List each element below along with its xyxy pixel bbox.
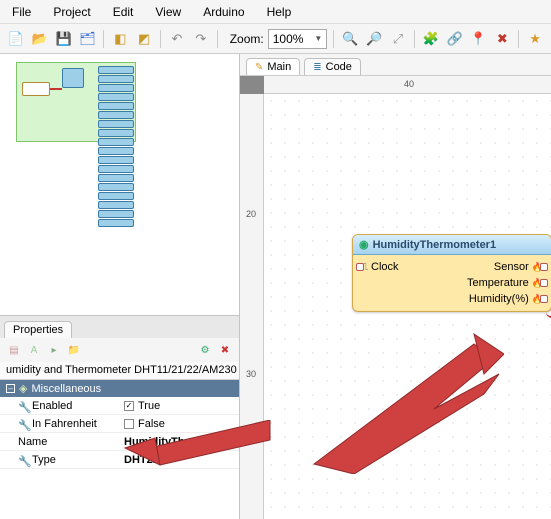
shape-tool-icon[interactable]: ◧: [110, 29, 130, 49]
prop-name: Name: [18, 436, 47, 448]
tab-code[interactable]: ≣Code: [304, 58, 361, 75]
designer-tabbar: ✎Main ≣Code: [240, 54, 551, 76]
zoom-out-icon[interactable]: 🔍: [340, 29, 360, 49]
output-pin[interactable]: [540, 263, 548, 271]
overview-wire: [50, 88, 62, 90]
output-pin[interactable]: [540, 279, 548, 287]
prop-name: Type: [32, 454, 56, 466]
properties-object-name: umidity and Thermometer DHT11/21/22/AM23…: [0, 362, 239, 380]
properties-tabbar: Properties: [0, 316, 239, 338]
sensor-icon: ◉: [359, 238, 369, 251]
pin-label-humidity: Humidity(%): [469, 293, 529, 305]
component-humidity-thermometer[interactable]: ◉ HumidityThermometer1 ⎍Clock Sensor🔥 T: [352, 234, 551, 312]
wrench-icon: 🔧: [18, 455, 28, 465]
overview-node: [62, 68, 84, 88]
code-icon: ≣: [313, 62, 321, 73]
open-icon[interactable]: 📂: [30, 29, 50, 49]
properties-toolbar: ▤ A ▸ 📁 ⚙ ✖: [0, 338, 239, 362]
pin-label-clock: Clock: [371, 261, 399, 273]
ruler-vertical: 20 30: [240, 94, 264, 519]
properties-tab[interactable]: Properties: [4, 321, 72, 338]
toolbar: 📄 📂 💾 🗂 ◧ ◩ ↶ ↷ Zoom: 100% ▼ 🔍 🔎 ⤢ 🧩 🔗 📍…: [0, 24, 551, 54]
filter-icon[interactable]: ⚙: [197, 342, 213, 358]
ruler-corner: [240, 76, 264, 94]
new-file-icon[interactable]: 📄: [6, 29, 26, 49]
tab-main[interactable]: ✎Main: [246, 58, 300, 75]
wrench-icon: 🔧: [18, 401, 28, 411]
zoom-fit-icon[interactable]: ⤢: [388, 29, 408, 49]
prop-value: True: [138, 400, 160, 412]
alpha-icon[interactable]: A: [26, 342, 42, 358]
zoom-label: Zoom:: [230, 32, 264, 46]
overview-panel[interactable]: [0, 54, 239, 315]
zoom-combobox[interactable]: 100% ▼: [268, 29, 328, 49]
node-title: HumidityThermometer1: [373, 239, 496, 251]
folder-icon[interactable]: 📁: [66, 342, 82, 358]
connect-icon[interactable]: 🔗: [445, 29, 465, 49]
star-icon[interactable]: ★: [525, 29, 545, 49]
overview-node: [22, 82, 50, 96]
output-pin[interactable]: [540, 295, 548, 303]
pin-label-sensor: Sensor: [494, 261, 529, 273]
component-icon[interactable]: 🧩: [421, 29, 441, 49]
prop-name: Enabled: [32, 400, 72, 412]
chevron-down-icon: ▼: [314, 34, 322, 43]
marker-icon[interactable]: 📍: [469, 29, 489, 49]
menu-file[interactable]: File: [4, 3, 39, 21]
save-icon[interactable]: 💾: [54, 29, 74, 49]
menu-bar: File Project Edit View Arduino Help: [0, 0, 551, 24]
prop-name: In Fahrenheit: [32, 418, 97, 430]
group-label: Miscellaneous: [31, 383, 101, 395]
annotation-arrow: [294, 304, 504, 474]
zoom-value: 100%: [273, 32, 304, 46]
design-canvas[interactable]: ◉ HumidityThermometer1 ⎍Clock Sensor🔥 T: [264, 94, 551, 519]
property-type[interactable]: 🔧 Type DHT21: [0, 451, 239, 469]
property-group[interactable]: – ◈ Miscellaneous: [0, 380, 239, 397]
corner-tool-icon[interactable]: ◩: [134, 29, 154, 49]
designer-panel: ✎Main ≣Code 40 20 30 ◉ HumidityThermomet…: [240, 54, 551, 519]
pin-label-temperature: Temperature: [467, 277, 529, 289]
prop-value: False: [138, 418, 165, 430]
checkbox-checked-icon[interactable]: ✓: [124, 401, 134, 411]
save-all-icon[interactable]: 🗂: [78, 29, 98, 49]
category-icon[interactable]: ▤: [6, 342, 22, 358]
prop-value: DHT21: [124, 454, 159, 466]
menu-help[interactable]: Help: [259, 3, 300, 21]
menu-view[interactable]: View: [147, 3, 189, 21]
property-enabled[interactable]: 🔧 Enabled ✓ True: [0, 397, 239, 415]
left-panel: Properties ▤ A ▸ 📁 ⚙ ✖ umidity and Therm…: [0, 54, 240, 519]
overview-stack: [98, 66, 134, 236]
undo-icon[interactable]: ↶: [167, 29, 187, 49]
pencil-icon: ✎: [255, 62, 263, 73]
redo-icon[interactable]: ↷: [191, 29, 211, 49]
menu-arduino[interactable]: Arduino: [195, 3, 252, 21]
property-fahrenheit[interactable]: 🔧 In Fahrenheit False: [0, 415, 239, 433]
prop-value: HumidityThermo...: [124, 436, 221, 448]
properties-panel: Properties ▤ A ▸ 📁 ⚙ ✖ umidity and Therm…: [0, 315, 239, 519]
zoom-in-icon[interactable]: 🔎: [364, 29, 384, 49]
delete-icon[interactable]: ✖: [492, 29, 512, 49]
expand-icon[interactable]: ▸: [46, 342, 62, 358]
wrench-icon: 🔧: [18, 419, 28, 429]
menu-project[interactable]: Project: [45, 3, 98, 21]
clear-icon[interactable]: ✖: [217, 342, 233, 358]
property-name[interactable]: Name HumidityThermo...: [0, 433, 239, 451]
collapse-icon[interactable]: –: [6, 384, 15, 393]
ruler-horizontal: 40: [264, 76, 551, 94]
menu-edit[interactable]: Edit: [105, 3, 142, 21]
input-pin[interactable]: [356, 263, 364, 271]
checkbox-icon[interactable]: [124, 419, 134, 429]
